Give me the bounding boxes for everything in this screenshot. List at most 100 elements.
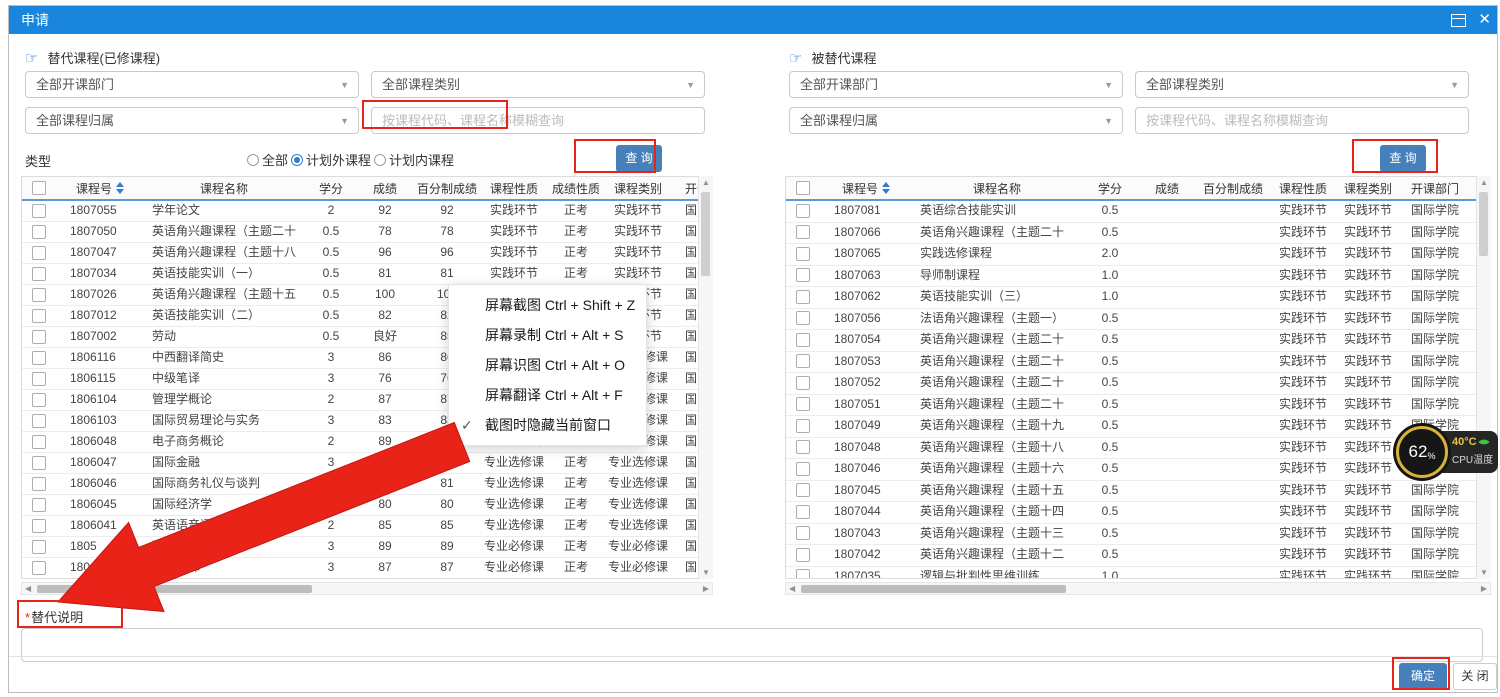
row-checkbox[interactable] [32,540,46,554]
right-search-input[interactable]: 按课程代码、课程名称模糊查询 [1135,107,1469,134]
cell: 0.5 [1082,309,1138,330]
left-query-button[interactable]: 查 询 [616,145,662,172]
scroll-right-icon[interactable]: ▶ [700,584,712,593]
row-checkbox[interactable] [796,419,810,433]
radio-out-of-plan[interactable]: 计划外课程 [291,150,371,169]
menu-item-screen-record[interactable]: 屏幕录制 Ctrl + Alt + S [449,320,646,350]
right-category-filter[interactable]: 全部课程类别▼ [1135,71,1469,98]
row-checkbox[interactable] [796,569,810,579]
row-checkbox[interactable] [796,311,810,325]
scroll-left-icon[interactable]: ◀ [786,584,798,593]
menu-item-screen-ocr[interactable]: 屏幕识图 Ctrl + Alt + O [449,350,646,380]
menu-item-hide-window[interactable]: ✓截图时隐藏当前窗口 [449,410,646,440]
scroll-down-icon[interactable]: ▼ [702,566,710,579]
row-checkbox[interactable] [32,225,46,239]
scroll-thumb[interactable] [37,585,312,593]
row-checkbox[interactable] [796,483,810,497]
left-horizontal-scrollbar[interactable]: ◀ ▶ [21,582,713,595]
row-checkbox[interactable] [32,330,46,344]
row-checkbox[interactable] [32,372,46,386]
row-checkbox[interactable] [32,435,46,449]
scroll-up-icon[interactable]: ▲ [1480,176,1488,189]
row-checkbox[interactable] [796,268,810,282]
cell: 0.5 [1082,481,1138,502]
left-search-input[interactable]: 按课程代码、课程名称模糊查询 [371,107,705,134]
cell: 1807047 [56,243,144,263]
cell: 0.5 [304,243,358,263]
right-department-filter[interactable]: 全部开课部门▼ [789,71,1123,98]
row-checkbox[interactable] [796,548,810,562]
scroll-thumb[interactable] [1479,192,1488,256]
chevron-down-icon: ▼ [340,109,349,134]
radio-all[interactable]: 全部 [247,150,288,169]
row-checkbox[interactable] [32,561,46,575]
row-checkbox[interactable] [32,519,46,533]
cell: 英语角兴趣课程（主题二十 [912,352,1082,373]
row-checkbox[interactable] [32,288,46,302]
scroll-up-icon[interactable]: ▲ [702,176,710,189]
confirm-button[interactable]: 确定 [1399,663,1447,690]
radio-in-plan[interactable]: 计划内课程 [374,150,454,169]
column-header: 百分制成绩 [1203,180,1263,197]
sort-icon[interactable] [116,182,124,194]
row-checkbox[interactable] [32,267,46,281]
scroll-left-icon[interactable]: ◀ [22,584,34,593]
row-checkbox[interactable] [796,376,810,390]
row-checkbox[interactable] [796,290,810,304]
sort-icon[interactable] [882,182,890,194]
left-vertical-scrollbar[interactable]: ▲ ▼ [698,176,713,579]
row-checkbox[interactable] [796,204,810,218]
right-horizontal-scrollbar[interactable]: ◀ ▶ [785,582,1491,595]
cell: 劳动 [144,327,304,347]
menu-item-screen-translate[interactable]: 屏幕翻译 Ctrl + Alt + F [449,380,646,410]
row-checkbox[interactable] [32,456,46,470]
row-checkbox[interactable] [796,526,810,540]
cell: 正考 [546,201,606,221]
radio-icon [247,154,259,166]
row-checkbox[interactable] [796,462,810,476]
row-checkbox[interactable] [796,440,810,454]
cell [1138,481,1196,502]
leaf-icon [1478,436,1489,447]
scroll-down-icon[interactable]: ▼ [1480,566,1488,579]
scroll-thumb[interactable] [701,192,710,276]
cell: 实践环节 [606,201,670,221]
cpu-widget-label: CPU温度 [1452,451,1498,466]
restore-icon[interactable] [1451,14,1466,27]
left-department-filter[interactable]: 全部开课部门▼ [25,71,359,98]
row-checkbox[interactable] [796,505,810,519]
row-checkbox[interactable] [796,397,810,411]
left-belong-filter[interactable]: 全部课程归属▼ [25,107,359,134]
cell [1196,352,1270,373]
row-checkbox[interactable] [32,393,46,407]
menu-item-screen-capture[interactable]: 屏幕截图 Ctrl + Shift + Z [449,290,646,320]
row-checkbox[interactable] [796,247,810,261]
row-checkbox[interactable] [32,414,46,428]
right-belong-filter[interactable]: 全部课程归属▼ [789,107,1123,134]
row-checkbox[interactable] [32,309,46,323]
row-checkbox[interactable] [32,498,46,512]
scroll-right-icon[interactable]: ▶ [1478,584,1490,593]
select-all-checkbox[interactable] [796,181,810,195]
cell: 英语技能实训（一） [144,264,304,284]
cell: 实践环节 [1270,287,1336,308]
left-category-filter[interactable]: 全部课程类别▼ [371,71,705,98]
table-row: 1806047国际金融38686专业选修课正考专业选修课国际学院 [22,453,712,474]
right-query-button[interactable]: 查 询 [1380,145,1426,172]
select-all-checkbox[interactable] [32,181,46,195]
cell: 1807045 [820,481,912,502]
close-button[interactable]: 关 闭 [1453,663,1497,690]
row-checkbox[interactable] [32,246,46,260]
cell: 1807054 [820,330,912,351]
row-checkbox[interactable] [796,225,810,239]
row-checkbox[interactable] [32,351,46,365]
cell: 法语角兴趣课程（主题一） [912,309,1082,330]
row-checkbox[interactable] [796,354,810,368]
row-checkbox[interactable] [32,204,46,218]
row-checkbox[interactable] [32,477,46,491]
close-icon[interactable]: ✕ [1478,6,1491,34]
scroll-thumb[interactable] [801,585,1066,593]
row-checkbox[interactable] [796,333,810,347]
cell: 1807049 [820,416,912,437]
right-vertical-scrollbar[interactable]: ▲ ▼ [1476,176,1491,579]
